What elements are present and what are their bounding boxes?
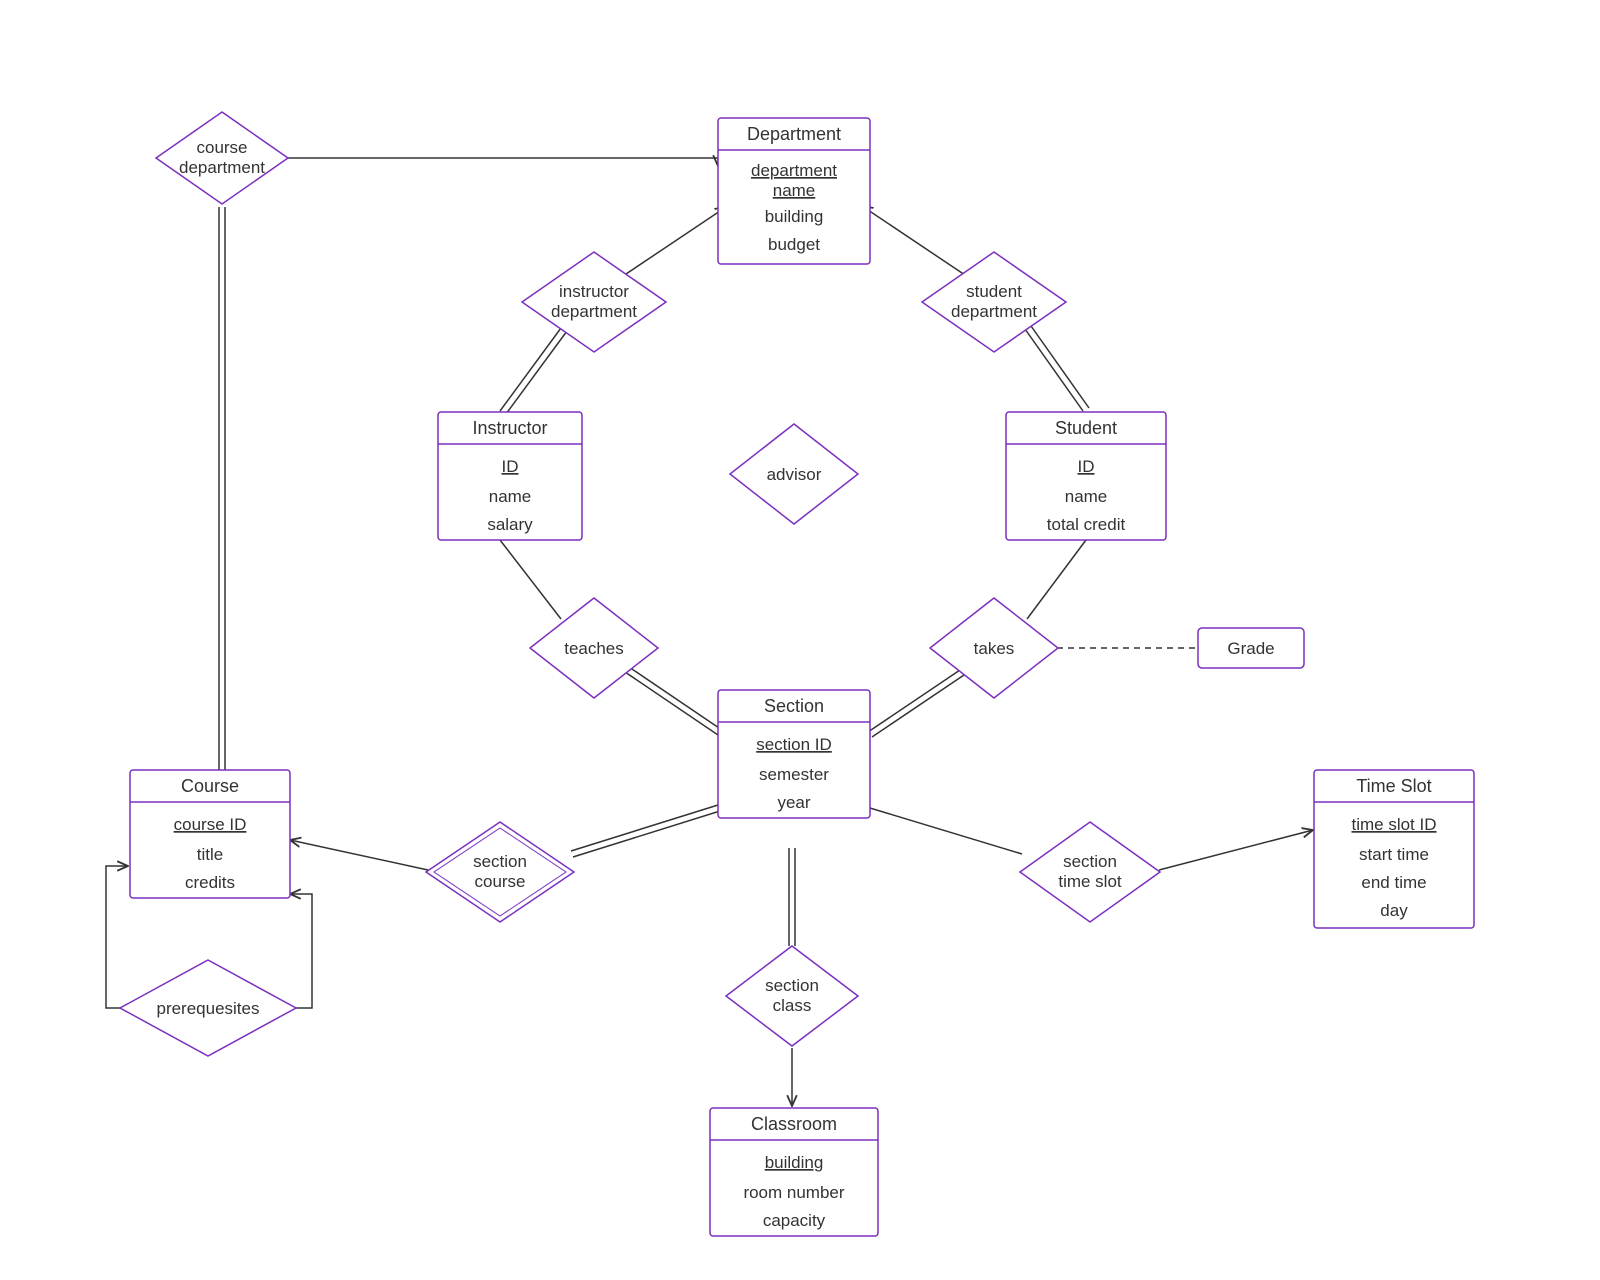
edge-instdept-instructor-a <box>500 328 561 411</box>
svg-text:title: title <box>197 845 223 864</box>
edge-coursedept-department <box>277 158 718 166</box>
svg-text:advisor: advisor <box>767 465 822 484</box>
svg-text:ID: ID <box>502 457 519 476</box>
svg-text:class: class <box>773 996 812 1015</box>
edge-prereq-course-right <box>260 894 312 1008</box>
svg-text:name: name <box>1065 487 1108 506</box>
relationship-teaches: teaches <box>530 598 658 698</box>
relationship-course-department: course department <box>156 112 288 204</box>
edge-teaches-section-a <box>625 672 718 735</box>
edge-seccourse-section-a <box>571 805 718 851</box>
svg-text:department: department <box>551 302 637 321</box>
edge-seccourse-course <box>290 840 428 870</box>
relationship-section-course: section course <box>426 822 574 922</box>
relationship-instructor-department: instructor department <box>522 252 666 352</box>
svg-text:student: student <box>966 282 1022 301</box>
svg-text:total credit: total credit <box>1047 515 1126 534</box>
svg-text:department: department <box>951 302 1037 321</box>
entity-grade: Grade <box>1198 628 1304 668</box>
edge-takes-section-b <box>872 675 964 737</box>
svg-text:teaches: teaches <box>564 639 624 658</box>
svg-text:semester: semester <box>759 765 829 784</box>
entity-timeslot: Time Slot time slot ID start time end ti… <box>1314 770 1474 928</box>
svg-text:Student: Student <box>1055 418 1117 438</box>
relationship-takes: takes <box>930 598 1058 698</box>
relationship-advisor: advisor <box>730 424 858 524</box>
svg-text:section: section <box>1063 852 1117 871</box>
relationship-student-department: student department <box>922 252 1066 352</box>
svg-text:Classroom: Classroom <box>751 1114 837 1134</box>
svg-text:Course: Course <box>181 776 239 796</box>
edge-teaches-section-b <box>629 667 722 730</box>
svg-text:department: department <box>179 158 265 177</box>
svg-text:day: day <box>1380 901 1408 920</box>
entity-classroom: Classroom building room number capacity <box>710 1108 878 1236</box>
entity-section: Section section ID semester year <box>718 690 870 818</box>
er-diagram: course department instructor department … <box>0 0 1600 1280</box>
svg-text:department: department <box>751 161 837 180</box>
edge-teaches-instructor <box>500 540 561 619</box>
edge-takes-student <box>1027 540 1086 619</box>
svg-text:Time Slot: Time Slot <box>1356 776 1431 796</box>
svg-text:time slot ID: time slot ID <box>1351 815 1436 834</box>
relationship-section-class: section class <box>726 946 858 1046</box>
entity-department-title: Department <box>747 124 841 144</box>
svg-text:name: name <box>773 181 816 200</box>
relationship-section-time-slot: section time slot <box>1020 822 1160 922</box>
svg-text:course: course <box>474 872 525 891</box>
entity-instructor: Instructor ID name salary <box>438 412 582 540</box>
entity-student: Student ID name total credit <box>1006 412 1166 540</box>
edge-seccourse-section-b <box>573 811 720 857</box>
svg-text:building: building <box>765 207 824 226</box>
svg-text:section: section <box>765 976 819 995</box>
svg-text:start time: start time <box>1359 845 1429 864</box>
edge-sectime-timeslot <box>1159 830 1313 870</box>
svg-text:instructor: instructor <box>559 282 629 301</box>
svg-text:room number: room number <box>743 1183 844 1202</box>
svg-text:course ID: course ID <box>174 815 247 834</box>
svg-text:budget: budget <box>768 235 820 254</box>
edge-studept-student-b <box>1031 326 1089 408</box>
entity-department: Department department name building budg… <box>718 118 870 264</box>
relationship-prerequisites: prerequesites <box>120 960 296 1056</box>
edge-instdept-instructor-b <box>506 331 567 414</box>
svg-text:name: name <box>489 487 532 506</box>
svg-text:Section: Section <box>764 696 824 716</box>
svg-text:end time: end time <box>1361 873 1426 892</box>
svg-text:credits: credits <box>185 873 235 892</box>
svg-text:building: building <box>765 1153 824 1172</box>
entity-course: Course course ID title credits <box>130 770 290 898</box>
edge-studept-student-a <box>1025 329 1083 411</box>
edge-sectime-section <box>870 808 1022 854</box>
svg-text:year: year <box>777 793 810 812</box>
edge-instdept-department <box>623 207 726 276</box>
svg-text:Grade: Grade <box>1227 639 1274 658</box>
svg-text:Instructor: Instructor <box>472 418 547 438</box>
svg-text:capacity: capacity <box>763 1211 826 1230</box>
svg-text:section ID: section ID <box>756 735 832 754</box>
svg-text:ID: ID <box>1078 457 1095 476</box>
svg-text:prerequesites: prerequesites <box>156 999 259 1018</box>
svg-text:time slot: time slot <box>1058 872 1122 891</box>
svg-text:course: course <box>196 138 247 157</box>
edge-studept-department <box>862 206 965 275</box>
svg-text:section: section <box>473 852 527 871</box>
svg-text:takes: takes <box>974 639 1015 658</box>
edge-takes-section-a <box>868 670 960 732</box>
svg-text:salary: salary <box>487 515 533 534</box>
